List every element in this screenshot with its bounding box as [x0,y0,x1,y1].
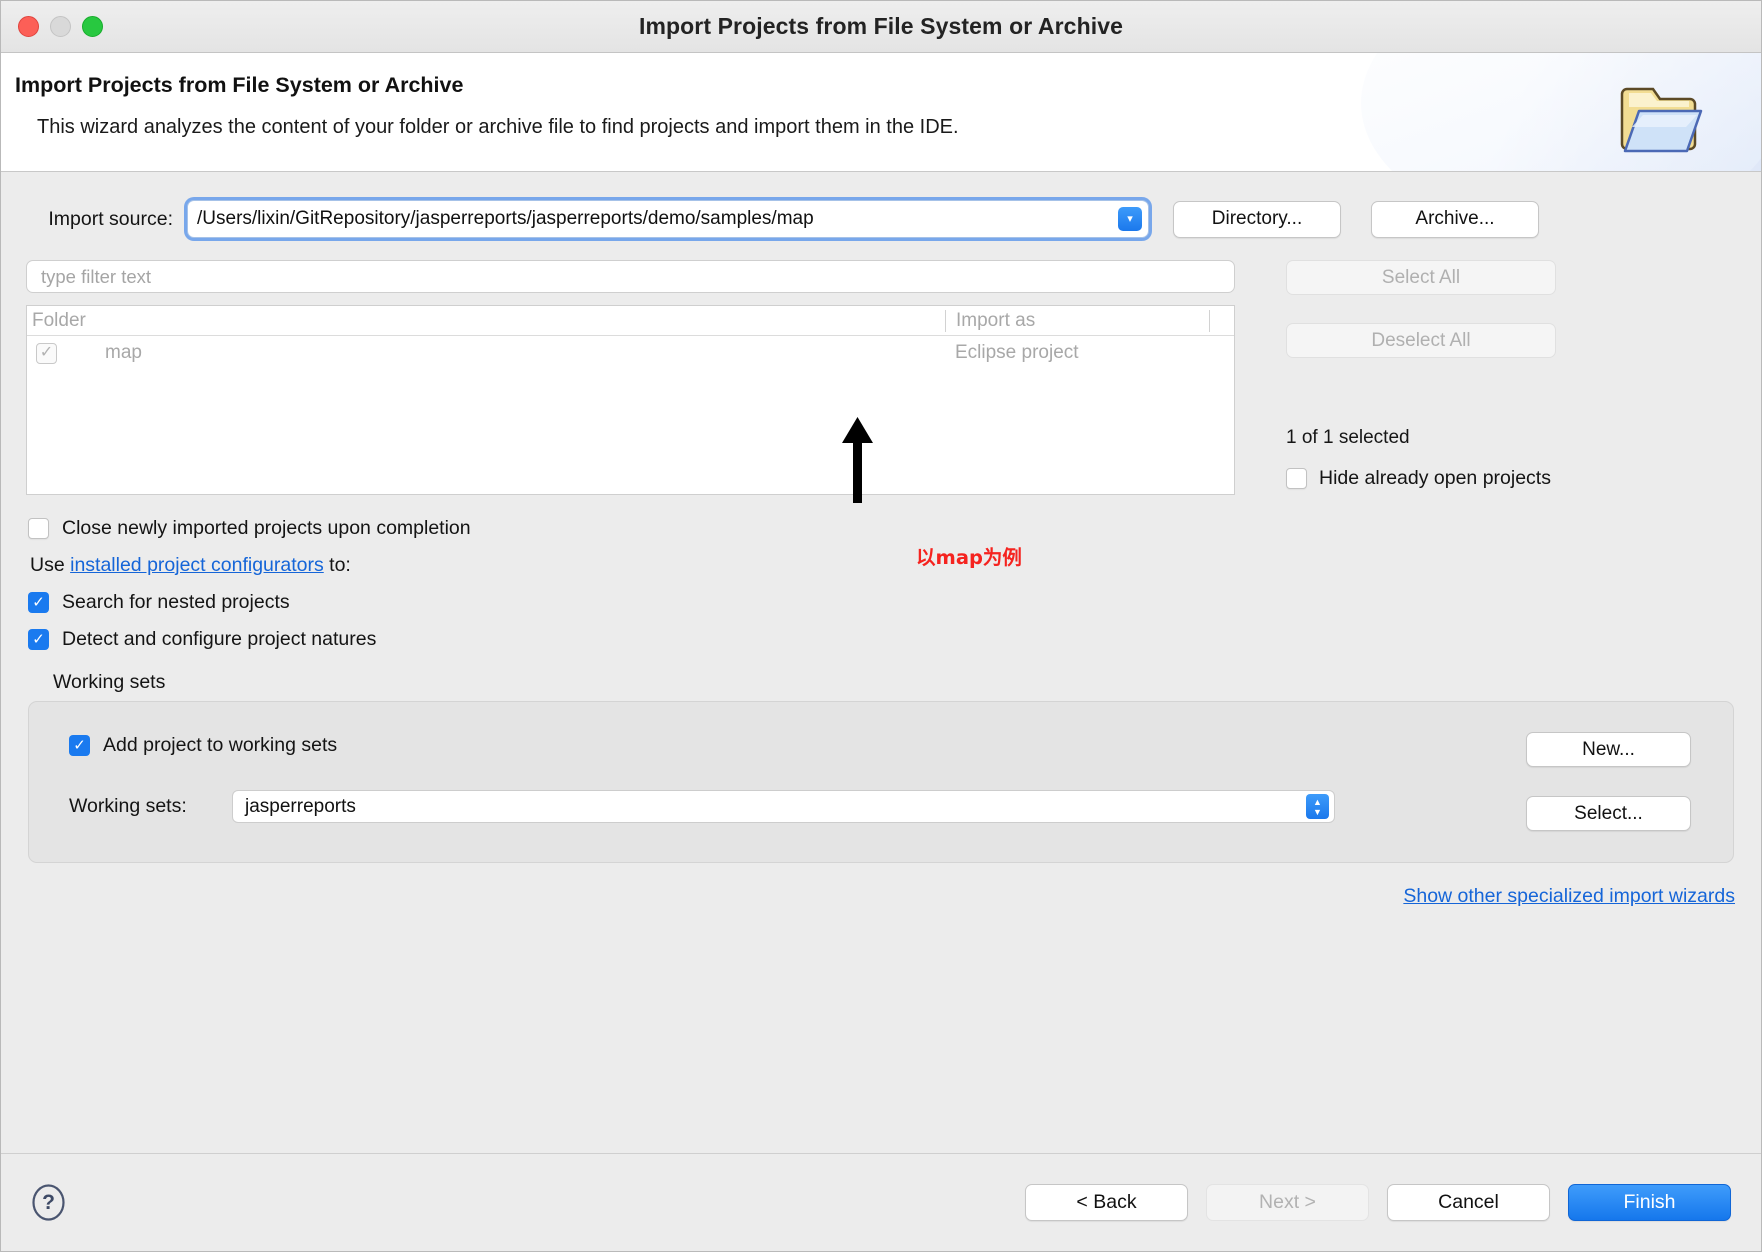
show-other-wizards-link[interactable]: Show other specialized import wizards [1403,885,1735,907]
window-title: Import Projects from File System or Arch… [638,13,1124,39]
svg-text:?: ? [42,1191,55,1214]
import-wizard-window: Import Projects from File System or Arch… [0,0,1762,1252]
cancel-button[interactable]: Cancel [1387,1184,1550,1221]
configurators-line: Use installed project configurators to: [30,554,1761,577]
select-working-set-button[interactable]: Select... [1526,796,1691,831]
working-sets-group: Working sets ✓ Add project to working se… [28,671,1734,863]
detect-natures-label: Detect and configure project natures [62,628,377,650]
working-sets-box: ✓ Add project to working sets Working se… [28,701,1734,863]
directory-button[interactable]: Directory... [1173,200,1341,238]
selected-count-label: 1 of 1 selected [1286,427,1410,448]
footer-buttons: < Back Next > Cancel Finish [1025,1184,1731,1221]
search-nested-label: Search for nested projects [62,591,290,613]
options-section: Close newly imported projects upon compl… [1,517,1761,651]
import-source-combo[interactable]: /Users/lixin/GitRepository/jasperreports… [187,200,1149,238]
open-folder-icon [1620,87,1703,153]
archive-button[interactable]: Archive... [1371,200,1539,238]
projects-left-column: type filter text Folder Import as ✓ map … [26,260,1261,495]
close-imported-label: Close newly imported projects upon compl… [62,517,471,539]
next-button[interactable]: Next > [1206,1184,1369,1221]
working-sets-label: Working sets: [69,795,187,817]
dialog-footer: ? < Back Next > Cancel Finish [1,1153,1761,1251]
working-sets-select-row: Working sets: jasperreports ▲ ▼ [69,790,1733,823]
projects-section: type filter text Folder Import as ✓ map … [1,238,1761,495]
working-sets-combo[interactable]: jasperreports ▲ ▼ [232,790,1335,823]
working-sets-value: jasperreports [245,795,356,817]
close-imported-row[interactable]: Close newly imported projects upon compl… [28,517,1761,540]
cell-folder-name: map [105,342,142,363]
help-icon[interactable]: ? [30,1184,67,1221]
import-source-value[interactable]: /Users/lixin/GitRepository/jasperreports… [188,208,1118,230]
table-header: Folder Import as [27,306,1234,336]
stepper-up-down-icon[interactable]: ▲ ▼ [1306,794,1329,819]
wizards-link-row: Show other specialized import wizards [1,885,1761,908]
select-all-button[interactable]: Select All [1286,260,1556,295]
table-row[interactable]: ✓ map Eclipse project [27,336,1234,370]
finish-button[interactable]: Finish [1568,1184,1731,1221]
row-checkbox-checked-icon[interactable]: ✓ [36,342,57,364]
filter-input[interactable]: type filter text [26,260,1235,293]
hide-open-projects-label: Hide already open projects [1319,467,1551,489]
add-to-working-sets-checkbox[interactable]: ✓ [69,735,90,756]
search-nested-row[interactable]: ✓ Search for nested projects [28,591,1761,614]
column-divider[interactable] [1209,310,1210,332]
installed-project-configurators-link[interactable]: installed project configurators [70,554,324,576]
detect-natures-row[interactable]: ✓ Detect and configure project natures [28,628,1761,651]
deselect-all-button[interactable]: Deselect All [1286,323,1556,358]
new-working-set-button[interactable]: New... [1526,732,1691,767]
column-header-import-as[interactable]: Import as [945,309,1234,332]
cell-import-as: Eclipse project [955,342,1079,363]
back-button[interactable]: < Back [1025,1184,1188,1221]
column-header-folder[interactable]: Folder [27,310,945,332]
projects-table[interactable]: Folder Import as ✓ map Eclipse project [26,305,1235,495]
title-bar: Import Projects from File System or Arch… [1,1,1761,53]
search-nested-checkbox[interactable]: ✓ [28,592,49,613]
dialog-body: Import source: /Users/lixin/GitRepositor… [1,172,1761,1153]
projects-right-column: Select All Deselect All 1 of 1 selected … [1261,260,1761,495]
working-sets-legend: Working sets [53,671,166,693]
add-to-working-sets-label: Add project to working sets [103,734,338,756]
annotation-text: 以map为例 [916,546,1022,569]
use-prefix-text: Use [30,554,71,576]
close-imported-checkbox[interactable] [28,518,49,539]
detect-natures-checkbox[interactable]: ✓ [28,629,49,650]
use-suffix-text: to: [323,554,351,576]
import-source-label: Import source: [48,207,173,230]
import-source-row: Import source: /Users/lixin/GitRepositor… [1,172,1761,238]
chevron-down-icon[interactable]: ▾ [1118,207,1142,231]
add-to-working-sets-row[interactable]: ✓ Add project to working sets [69,734,1733,757]
annotation-arrow-icon [842,417,873,503]
hide-open-projects-row[interactable]: Hide already open projects [1286,467,1761,490]
cell-folder[interactable]: ✓ map [27,342,945,364]
wizard-banner: Import Projects from File System or Arch… [1,53,1761,172]
hide-open-projects-checkbox[interactable] [1286,468,1307,489]
